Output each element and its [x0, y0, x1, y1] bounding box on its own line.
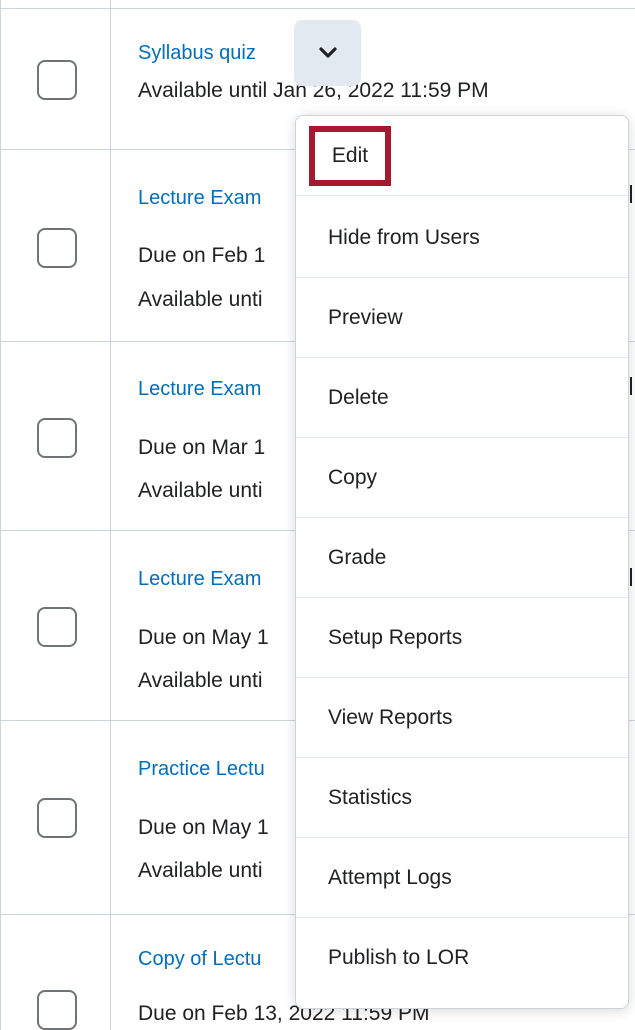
menu-item-attempt-logs[interactable]: Attempt Logs — [296, 838, 628, 918]
menu-item-publish-to-lor[interactable]: Publish to LOR — [296, 918, 628, 998]
actions-dropdown-button[interactable] — [294, 20, 361, 86]
row-select-checkbox[interactable] — [37, 418, 77, 458]
menu-item-label: Grade — [328, 545, 387, 569]
quiz-title-link[interactable]: Copy of Lectu — [138, 948, 261, 971]
row-select-checkbox[interactable] — [37, 990, 77, 1030]
availability-text: Available unti — [138, 669, 263, 692]
due-date-text: Due on Mar 1 — [138, 436, 266, 459]
menu-item-label: Attempt Logs — [328, 865, 452, 889]
clipped-text-fragment — [630, 377, 632, 395]
menu-item-delete[interactable]: Delete — [296, 358, 628, 438]
quiz-title-link[interactable]: Lecture Exam — [138, 187, 261, 210]
row-select-checkbox[interactable] — [37, 60, 77, 100]
clipped-text-fragment — [630, 185, 632, 203]
menu-item-view-reports[interactable]: View Reports — [296, 678, 628, 758]
chevron-down-icon — [318, 46, 338, 60]
availability-text: Available unti — [138, 859, 263, 882]
edit-highlight-callout[interactable]: Edit — [309, 126, 391, 186]
row-select-checkbox[interactable] — [37, 228, 77, 268]
menu-item-grade[interactable]: Grade — [296, 518, 628, 598]
edit-highlight-label: Edit — [331, 144, 369, 167]
menu-item-statistics[interactable]: Statistics — [296, 758, 628, 838]
menu-item-label: Statistics — [328, 785, 413, 809]
menu-item-label: Publish to LOR — [328, 946, 470, 969]
quiz-title-link[interactable]: Syllabus quiz — [138, 42, 256, 65]
availability-text: Available unti — [138, 479, 263, 502]
menu-item-copy[interactable]: Copy — [296, 438, 628, 518]
row-select-checkbox[interactable] — [37, 607, 77, 647]
menu-item-label: Hide from Users — [328, 225, 480, 249]
actions-context-menu: Edit Hide from Users Preview Delete Copy… — [295, 115, 629, 1009]
quiz-title-link[interactable]: Lecture Exam — [138, 378, 261, 401]
clipped-text-fragment — [630, 568, 632, 586]
menu-item-label: Copy — [328, 465, 378, 489]
due-date-text: Due on May 1 — [138, 626, 269, 649]
availability-text: Available unti — [138, 288, 263, 311]
quiz-title-link[interactable]: Lecture Exam — [138, 568, 261, 591]
menu-item-label: Setup Reports — [328, 625, 463, 649]
menu-item-label: Delete — [328, 385, 389, 409]
quiz-list-page: Syllabus quiz Available until Jan 26, 20… — [0, 0, 635, 1030]
due-date-text: Due on May 1 — [138, 816, 269, 839]
menu-item-setup-reports[interactable]: Setup Reports — [296, 598, 628, 678]
quiz-title-link[interactable]: Practice Lectu — [138, 758, 265, 781]
menu-item-preview[interactable]: Preview — [296, 278, 628, 358]
menu-item-hide-from-users[interactable]: Hide from Users — [296, 198, 628, 278]
due-date-text: Due on Feb 1 — [138, 244, 266, 267]
row-select-checkbox[interactable] — [37, 798, 77, 838]
menu-item-label: Preview — [328, 305, 403, 329]
menu-item-label: View Reports — [328, 705, 453, 729]
